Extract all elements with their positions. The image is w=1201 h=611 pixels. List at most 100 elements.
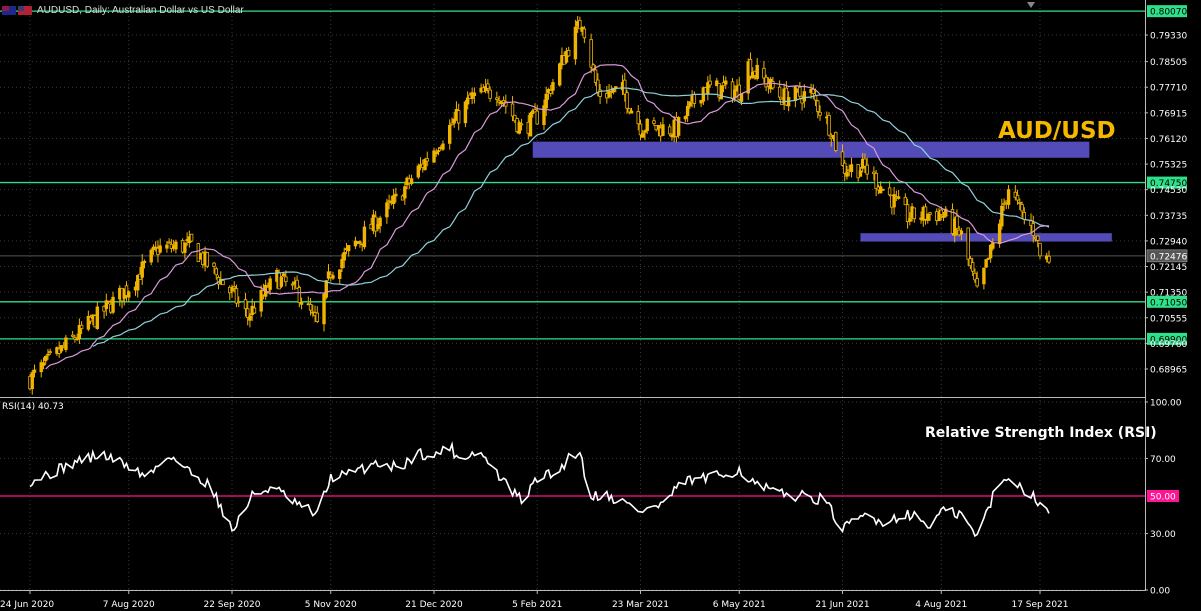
candle-body [566, 49, 571, 57]
candle-body [667, 126, 672, 135]
price-tick-label-3: 0.76915 [1150, 109, 1187, 119]
candle [441, 140, 445, 151]
candle-body [140, 261, 144, 278]
candle-body [928, 212, 932, 215]
candle [64, 334, 68, 353]
candle-body [456, 110, 461, 124]
price-tick-label-10: 0.71350 [1150, 289, 1187, 299]
au-flag-icon [2, 5, 16, 15]
time-tick-label-2: 22 Sep 2020 [203, 600, 260, 610]
candle-body [959, 230, 964, 235]
candle-body [342, 252, 346, 261]
candle-body [416, 165, 420, 178]
candle [497, 95, 501, 106]
candle [827, 112, 831, 137]
candle [140, 254, 144, 285]
candle [926, 213, 930, 224]
candle-body [818, 111, 822, 116]
candle [683, 115, 688, 123]
candle-body [652, 120, 656, 124]
candle [881, 188, 885, 191]
price-tick-label-5: 0.75325 [1150, 161, 1187, 171]
candle-body [1006, 189, 1011, 205]
candle [174, 239, 178, 254]
candle-body [142, 260, 147, 263]
current-price-label: 0.72476 [1150, 252, 1187, 262]
time-tick-label-6: 23 Mar 2021 [612, 600, 669, 610]
candle [158, 238, 162, 254]
candle [887, 181, 892, 197]
price-tick-label-9: 0.72145 [1150, 263, 1187, 273]
candle-body [243, 299, 248, 310]
candle [338, 269, 342, 284]
moving-averages [45, 64, 1050, 370]
candle-body [912, 207, 917, 220]
rsi-tick-label-0: 100.00 [1150, 399, 1182, 409]
candle-body [573, 26, 578, 60]
candle-body [641, 133, 645, 138]
candle [849, 157, 854, 178]
candle-body [614, 86, 618, 89]
candle-body [661, 124, 665, 136]
candle [903, 193, 908, 206]
candle-body [834, 131, 838, 151]
candle-body [926, 213, 930, 221]
candle-body [127, 291, 131, 298]
candle-body [448, 125, 452, 144]
candle-body [755, 64, 759, 79]
candle-body [1002, 203, 1006, 205]
candle-body [48, 351, 52, 354]
candle-body [268, 278, 272, 290]
candle [281, 272, 286, 277]
candle-body [324, 280, 328, 298]
candle-body [991, 242, 995, 249]
candle-body [385, 202, 389, 218]
candle [326, 264, 331, 281]
candle [205, 252, 210, 269]
time-tick-label-8: 21 Jun 2021 [815, 600, 869, 610]
chart-menu-arrow-icon[interactable] [1027, 2, 1035, 8]
zone-0 [532, 141, 1090, 158]
candle [719, 85, 723, 100]
candle-body [79, 324, 84, 329]
candle-body [106, 300, 111, 303]
candle-body [248, 315, 252, 321]
candle [582, 26, 587, 44]
candle [834, 131, 838, 153]
candle-body [32, 369, 37, 373]
candle [409, 174, 414, 186]
candle-body [881, 188, 885, 191]
candle-body [643, 130, 647, 133]
price-tick-label-1: 0.78505 [1150, 58, 1187, 68]
candle [70, 330, 75, 338]
price-tick-label-4: 0.76120 [1150, 135, 1187, 145]
candle [777, 80, 782, 100]
price-overlay-title: AUD/USD [998, 118, 1116, 144]
candle [764, 74, 768, 92]
time-tick-label-9: 4 Aug 2021 [915, 600, 967, 610]
axes [0, 0, 1146, 591]
candle-body [970, 262, 975, 272]
candle [104, 293, 109, 316]
candle [912, 207, 917, 223]
candle-body [528, 112, 533, 137]
candle-body [542, 105, 546, 125]
candle-body [205, 252, 210, 267]
candle [284, 270, 288, 287]
candle-body [331, 275, 335, 279]
rsi-tick-label-4: 0.00 [1150, 587, 1170, 597]
candle [984, 259, 988, 269]
time-tick-label-5: 5 Feb 2021 [512, 600, 562, 610]
candle [504, 94, 508, 114]
candle-body [230, 287, 234, 292]
candle-body [308, 304, 313, 311]
candle-body [903, 196, 908, 206]
candle-body [771, 81, 775, 89]
time-tick-label-0: 24 Jun 2020 [0, 600, 54, 610]
candle-body [645, 118, 649, 131]
candle-body [984, 259, 988, 268]
time-tick-label-3: 5 Nov 2020 [305, 600, 357, 610]
candle-body [625, 92, 629, 109]
candle-body [777, 86, 782, 98]
candle [802, 84, 807, 108]
